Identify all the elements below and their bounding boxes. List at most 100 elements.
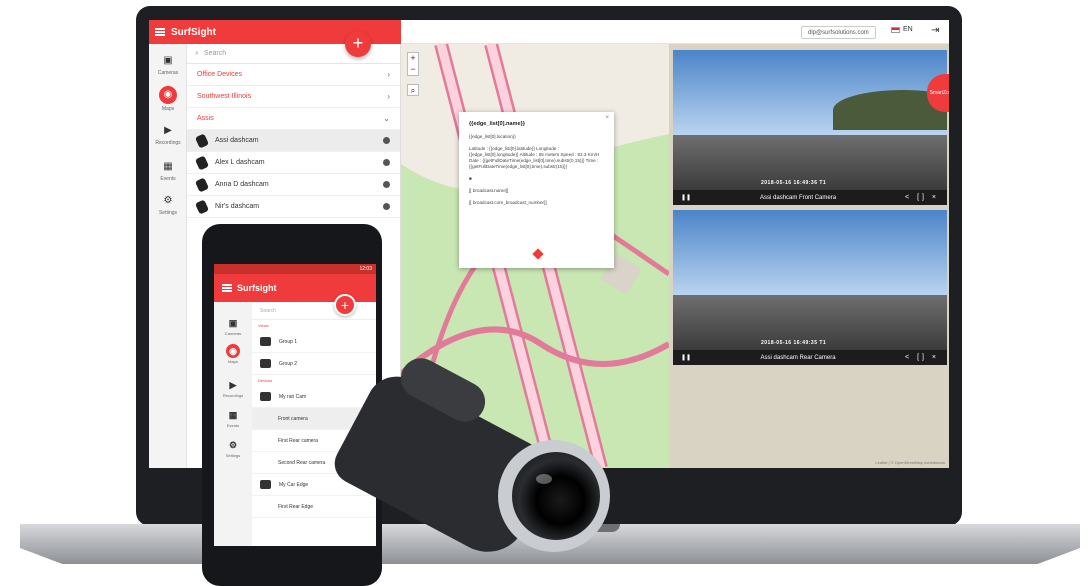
map-attribution: Leaflet | © OpenStreetMap contributors <box>875 460 945 465</box>
share-fullscreen-close-icons[interactable]: < [] × <box>905 354 939 361</box>
group-item[interactable]: Office Devices › <box>187 64 400 86</box>
dashcam-icon <box>194 176 210 193</box>
rail-item-events[interactable]: ▦ Events <box>149 160 187 182</box>
clock-icon[interactable] <box>383 203 390 210</box>
language-selector[interactable]: EN <box>891 26 913 33</box>
add-button[interactable]: + <box>345 31 371 57</box>
group-icon <box>260 337 271 346</box>
rail-label: Cameras <box>157 70 179 76</box>
rail-label: Events <box>226 423 240 428</box>
phone-rail-maps[interactable]: ◉ Maps <box>214 344 252 364</box>
logout-icon[interactable]: ⇥ <box>931 25 939 36</box>
video-title: Assi dashcam Front Camera <box>760 194 837 201</box>
rail-label: Cameras <box>224 331 242 336</box>
map-pin-icon: ◉ <box>226 344 240 358</box>
camera-icon: ▣ <box>228 318 238 328</box>
list-item-label: First Rear Edge <box>278 503 314 510</box>
rail-label: Settings <box>225 453 241 458</box>
rail-label: Settings <box>158 210 178 216</box>
rail-label: Events <box>160 176 176 182</box>
rail-item-cameras[interactable]: ▣ Cameras <box>149 54 187 76</box>
map-pin-icon: ◉ <box>159 86 177 104</box>
pause-icon[interactable]: ❚❚ <box>681 354 691 361</box>
clock-icon[interactable] <box>383 159 390 166</box>
camera-icon: ▣ <box>163 55 173 66</box>
hamburger-menu-icon[interactable] <box>155 28 165 36</box>
phone-icon-rail: ▣ Cameras ◉ Maps ▶ Recordings ▦ Events ⚙ Sett… <box>214 302 252 546</box>
dashcam-icon <box>194 198 210 215</box>
camera-item[interactable]: Assi dashcam <box>187 130 400 152</box>
group-item[interactable]: Assis ⌄ <box>187 108 400 130</box>
pause-icon[interactable]: ❚❚ <box>681 194 691 201</box>
section-label: Views <box>258 323 269 328</box>
list-item[interactable]: Group 1 <box>252 331 376 353</box>
camera-label: Nir's dashcam <box>215 203 260 210</box>
phone-status-bar: 12:03 <box>214 264 376 274</box>
camera-item[interactable]: Alex L dashcam <box>187 152 400 174</box>
rail-label: Maps <box>228 359 238 364</box>
phone-rail-events[interactable]: ▦ Events <box>214 408 252 428</box>
list-item-label: Group 1 <box>279 338 298 345</box>
video-timestamp: 2018-05-16 16:49:35 T1 <box>761 340 827 346</box>
chevron-right-icon: › <box>387 92 390 101</box>
group-label: Assis <box>197 115 214 122</box>
calendar-icon: ▦ <box>163 161 173 172</box>
map-search-icon[interactable]: ⌕ <box>407 84 419 96</box>
group-label: Southwest Illinois <box>197 93 252 100</box>
zoom-control[interactable]: + − <box>407 52 419 76</box>
list-item-label: Group 2 <box>279 360 298 367</box>
icon-rail: ▣ Cameras ◉ Maps ▶ Recordings ▦ Events ⚙… <box>149 44 187 468</box>
phone-search-input[interactable]: Search <box>252 302 376 320</box>
search-icon: ⌕ <box>195 49 199 57</box>
camera-label: Alex L dashcam <box>215 159 265 166</box>
lens-glare <box>536 474 552 484</box>
rail-label: Recordings <box>222 393 244 398</box>
phone-rail-settings[interactable]: ⚙ Settings <box>214 438 252 458</box>
clock-icon[interactable] <box>383 137 390 144</box>
chevron-right-icon: › <box>387 70 390 79</box>
list-item[interactable]: First Rear Edge <box>252 496 376 518</box>
video-icon[interactable]: ■ <box>469 176 604 182</box>
rear-camera-video[interactable]: 2018-05-16 16:49:35 T1 ❚❚ Assi dashcam R… <box>673 210 947 365</box>
camera-label: Assi dashcam <box>215 137 259 144</box>
user-email[interactable]: dlp@surfsolutions.com <box>801 26 876 39</box>
popup-broadcast-number: [[ broadcast.core_broadcast_number]] <box>469 200 547 205</box>
close-icon[interactable]: × <box>605 115 609 121</box>
video-controls: ❚❚ Assi dashcam Rear Camera < [] × <box>673 350 947 365</box>
list-item[interactable]: My ran Cam <box>252 386 376 408</box>
phone-screen: 12:03 Surfsight + ▣ Cameras ◉ Maps ▶ Record… <box>214 264 376 546</box>
popup-broadcast-name: [[ broadcast.name]] <box>469 188 509 193</box>
video-sky <box>673 210 947 296</box>
map-popup: × {{edge_list[0].name}} {{edge_list[0].l… <box>459 112 614 268</box>
list-item[interactable]: Group 2 <box>252 353 376 375</box>
popup-location: {{edge_list[0].location}} <box>469 134 516 139</box>
rail-item-recordings[interactable]: ▶ Recordings <box>149 124 187 146</box>
group-item[interactable]: Southwest Illinois › <box>187 86 400 108</box>
dashcam-icon <box>194 154 210 171</box>
flag-icon <box>891 26 900 33</box>
video-controls: ❚❚ Assi dashcam Front Camera < [] × <box>673 190 947 205</box>
hamburger-menu-icon[interactable] <box>222 284 232 292</box>
dashcam-lens <box>512 452 600 540</box>
rail-item-maps[interactable]: ◉ Maps <box>149 86 187 112</box>
top-bar: SurfSight dlp@surfsolutions.com EN ⇥ <box>149 20 949 44</box>
phone-rail-recordings[interactable]: ▶ Recordings <box>214 378 252 398</box>
clock-icon[interactable] <box>383 181 390 188</box>
phone-rail-cameras[interactable]: ▣ Cameras <box>214 316 252 336</box>
list-item-label: My ran Cam <box>279 393 307 400</box>
chevron-down-icon: ⌄ <box>383 114 390 123</box>
group-label: Office Devices <box>197 71 242 78</box>
camera-item[interactable]: Anna D dashcam <box>187 174 400 196</box>
rail-item-settings[interactable]: ⚙ Settings <box>149 194 187 216</box>
share-fullscreen-close-icons[interactable]: < [] × <box>905 194 939 201</box>
gear-icon: ⚙ <box>228 440 238 450</box>
section-label: Devices <box>258 378 273 383</box>
rail-label: Maps <box>161 106 175 112</box>
video-title: Assi dashcam Rear Camera <box>760 354 836 361</box>
language-label: EN <box>903 26 913 33</box>
video-icon: ▶ <box>164 125 172 136</box>
popup-details: Latitude : {{edge_list[0].latitude}} Lon… <box>469 146 600 169</box>
camera-item[interactable]: Nir's dashcam <box>187 196 400 218</box>
group-icon <box>260 359 271 368</box>
front-camera-video[interactable]: 2018-05-16 16:49:36 T1 ❚❚ Assi dashcam F… <box>673 50 947 205</box>
